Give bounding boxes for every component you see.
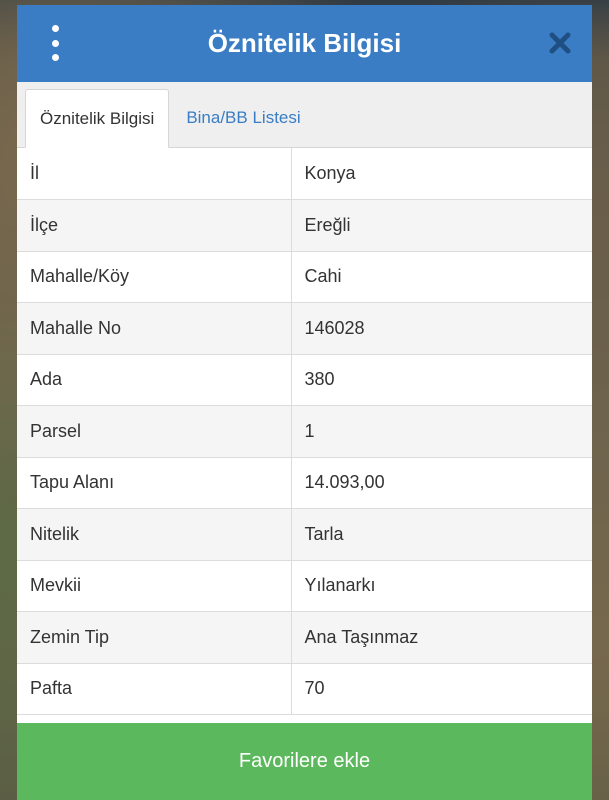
tab-attribute-info[interactable]: Öznitelik Bilgisi [25,89,170,148]
attribute-value: Konya [291,148,592,200]
attribute-key: Tapu Alanı [17,457,292,509]
table-row: Tapu Alanı 14.093,00 [17,457,592,509]
table-row: İlçe Ereğli [17,199,592,252]
table-row: Nitelik Tarla [17,508,592,561]
table-row: Zemin Tip Ana Taşınmaz [17,611,592,664]
attribute-value: Yılanarkı [291,560,592,612]
table-row: Ada 380 [17,354,592,406]
table-row: Mevkii Yılanarkı [17,560,592,612]
dialog-title: Öznitelik Bilgisi [207,28,402,58]
table-row: Mahalle No 146028 [17,302,592,355]
dialog-header: Öznitelik Bilgisi [17,5,592,82]
table-row: Pafta 70 [17,663,592,715]
more-vertical-icon[interactable] [43,25,67,61]
attribute-key: Mahalle/Köy [17,251,292,303]
add-to-favorites-button[interactable]: Favorilere ekle [17,723,592,800]
attribute-key: Parsel [17,405,292,458]
tab-building-list[interactable]: Bina/BB Listesi [169,88,314,147]
attribute-key: Mevkii [17,560,292,612]
attribute-value: Tarla [291,508,592,561]
attribute-key: İlçe [17,199,292,252]
attribute-value: 70 [291,663,592,715]
attribute-key: İl [17,148,292,200]
attribute-key: Mahalle No [17,302,292,355]
attribute-key: Nitelik [17,508,292,561]
table-row: Parsel 1 [17,405,592,458]
attribute-key: Zemin Tip [17,611,292,664]
attribute-table: İl Konya İlçe Ereğli Mahalle/Köy Cahi Mahalle … [17,148,592,715]
attribute-dialog: Öznitelik Bilgisi Öznitelik Bilgisi Bina… [17,5,592,800]
table-row: Mahalle/Köy Cahi [17,251,592,303]
attribute-value: 380 [291,354,592,406]
attribute-value: Ana Taşınmaz [291,611,592,664]
close-icon[interactable] [548,31,572,55]
attribute-value: 1 [291,405,592,458]
tab-bar: Öznitelik Bilgisi Bina/BB Listesi [17,82,592,148]
menu-dot [51,54,59,61]
menu-dot [51,39,59,47]
attribute-value: Cahi [291,251,592,303]
attribute-key: Pafta [17,663,292,715]
table-row: İl Konya [17,148,592,200]
attribute-value: 14.093,00 [291,457,592,509]
attribute-value: 146028 [291,302,592,355]
attribute-value: Ereğli [291,199,592,252]
attribute-key: Ada [17,354,292,406]
menu-dot [51,25,59,32]
